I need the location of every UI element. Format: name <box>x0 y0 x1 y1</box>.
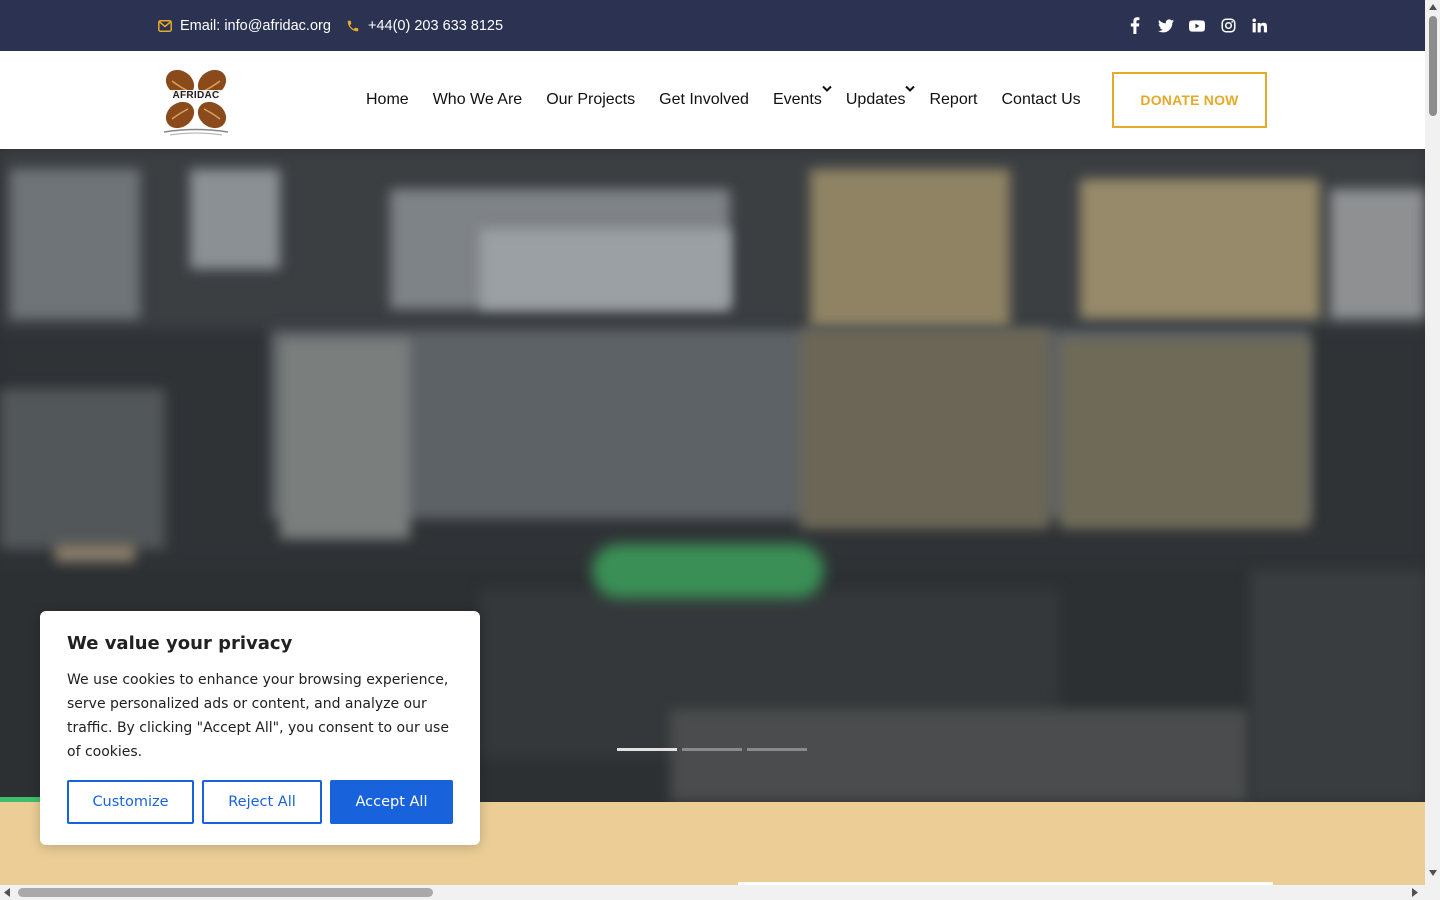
horizontal-scrollbar[interactable] <box>0 885 1425 900</box>
hero-bg-shape <box>480 229 730 309</box>
cookie-title: We value your privacy <box>67 633 293 654</box>
nav-events-label: Events <box>772 91 822 108</box>
scroll-down-arrow-icon[interactable] <box>1429 870 1437 876</box>
hero-bg-shape <box>670 709 1250 802</box>
slider-dot-2[interactable] <box>682 748 742 751</box>
cookie-body: We use cookies to enhance your browsing … <box>67 672 449 760</box>
youtube-icon[interactable] <box>1189 18 1205 34</box>
hero-bg-shape <box>1250 569 1425 802</box>
nav-report[interactable]: Report <box>929 91 977 109</box>
vertical-scrollbar[interactable] <box>1425 0 1440 885</box>
hero-bg-shape <box>1330 189 1425 319</box>
hero-cta-button[interactable] <box>592 544 824 598</box>
main-navbar: AFRIDAC Home Who We Are Our Projects Get… <box>0 51 1425 149</box>
nav-get-involved[interactable]: Get Involved <box>659 91 749 109</box>
nav-events[interactable]: Events <box>772 85 832 109</box>
logo-mark-icon <box>163 69 229 136</box>
donate-now-button[interactable]: DONATE NOW <box>1112 72 1267 128</box>
afridac-logo[interactable]: AFRIDAC <box>160 65 232 137</box>
email-text: Email: info@afridac.org <box>180 17 331 34</box>
phone-icon <box>347 20 359 31</box>
nav-home[interactable]: Home <box>366 91 409 109</box>
logo-text: AFRIDAC <box>172 90 220 101</box>
linkedin-icon[interactable] <box>1251 18 1267 34</box>
scroll-right-arrow-icon[interactable] <box>1412 888 1418 897</box>
twitter-icon[interactable] <box>1158 18 1174 34</box>
phone-text: +44(0) 203 633 8125 <box>368 17 504 34</box>
nav-who-we-are[interactable]: Who We Are <box>433 91 523 109</box>
phone-contact[interactable]: +44(0) 203 633 8125 <box>346 0 503 51</box>
envelope-icon <box>158 19 172 32</box>
scrollbar-corner <box>1425 885 1440 900</box>
nav-updates[interactable]: Updates <box>845 85 916 109</box>
customize-button[interactable]: Customize <box>67 780 194 824</box>
reject-all-button[interactable]: Reject All <box>202 780 322 824</box>
scroll-up-arrow-icon[interactable] <box>1429 4 1437 10</box>
hero-bg-shape <box>810 169 1010 329</box>
hero-bg-shape <box>0 389 165 549</box>
chevron-down-icon <box>905 85 916 92</box>
hero-bg-shape <box>10 169 140 319</box>
nav-contact-us[interactable]: Contact Us <box>1002 91 1081 109</box>
chevron-down-icon <box>822 85 832 92</box>
slider-dot-1[interactable] <box>617 748 677 751</box>
email-contact[interactable]: Email: info@afridac.org <box>158 0 331 51</box>
hero-bg-shape <box>55 544 135 562</box>
hero-bg-shape <box>190 169 280 269</box>
hero-bg-shape <box>1080 179 1320 319</box>
slider-pagination <box>617 748 807 751</box>
social-links <box>1127 0 1267 51</box>
vertical-scroll-thumb[interactable] <box>1429 16 1437 116</box>
hero-bg-shape <box>800 329 1050 529</box>
accept-all-button[interactable]: Accept All <box>330 780 453 824</box>
scroll-left-arrow-icon[interactable] <box>4 888 10 897</box>
primary-nav: Home Who We Are Our Projects Get Involve… <box>366 51 1105 149</box>
nav-our-projects[interactable]: Our Projects <box>546 91 635 109</box>
cookie-consent-banner: We value your privacy We use cookies to … <box>40 611 480 845</box>
slider-dot-3[interactable] <box>747 748 807 751</box>
instagram-icon[interactable] <box>1220 18 1236 34</box>
facebook-icon[interactable] <box>1127 17 1143 34</box>
nav-updates-label: Updates <box>845 91 906 108</box>
horizontal-scroll-thumb[interactable] <box>18 888 433 897</box>
top-contact-bar: Email: info@afridac.org +44(0) 203 633 8… <box>0 0 1425 51</box>
hero-bg-shape <box>1060 339 1310 529</box>
